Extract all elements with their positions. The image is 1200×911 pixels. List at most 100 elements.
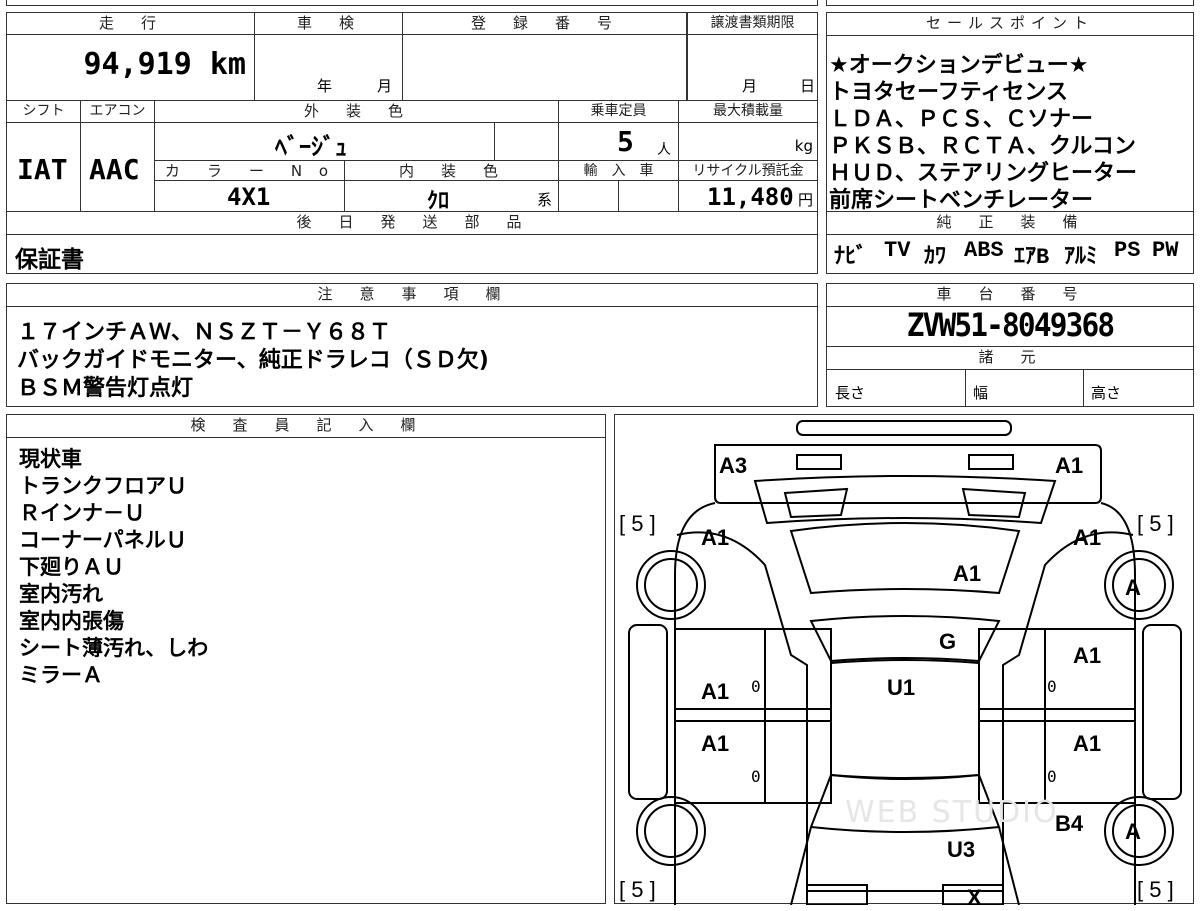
top-strip — [6, 0, 818, 6]
equipment-leather: ｶﾜ — [924, 245, 947, 270]
inspector-line-4: コーナーパネルＵ — [19, 528, 187, 552]
zero-right-upper: 0 — [1047, 677, 1057, 696]
chassis-value: ZVW51-8049368 — [906, 306, 1115, 344]
import-cell-a — [559, 181, 619, 211]
max-load-cell: kg — [679, 123, 817, 161]
equipment-pw: PW — [1152, 238, 1179, 263]
damage-mark-trunk: A1 — [953, 561, 982, 586]
equipment-ps: PS — [1114, 238, 1141, 263]
exterior-color-cell: ﾍﾞｰｼﾞｭ — [155, 123, 495, 161]
inspector-line-7: 室内内張傷 — [19, 609, 124, 633]
exterior-color-value: ﾍﾞｰｼﾞｭ — [275, 133, 347, 161]
equipment-tv: TV — [884, 238, 911, 263]
sales-points-header: セールスポイント — [827, 13, 1193, 36]
damage-mark-front: X — [967, 885, 982, 910]
mileage-value: 94,919 km — [83, 47, 246, 82]
chassis-header: 車 台 番 号 — [827, 284, 1193, 307]
mileage-cell: 94,919 km — [7, 35, 255, 101]
transfer-deadline-header: 譲渡書類期限 — [687, 13, 817, 35]
aircon-header: エアコン — [81, 101, 155, 123]
interior-color-suffix: 系 — [537, 191, 553, 209]
tire-tread-bottom-right: [ 5 ] — [1137, 877, 1174, 902]
color-no-value: 4X1 — [227, 183, 271, 211]
note-line-3: ＢＳＭ警告灯点灯 — [17, 376, 194, 401]
damage-mark-left-front-door: A1 — [701, 731, 730, 756]
chassis-section: 車 台 番 号 ZVW51-8049368 諸 元 長さ 幅 高さ — [826, 283, 1194, 407]
spec-length-label: 長さ — [835, 384, 866, 402]
zero-right-lower: 0 — [1047, 767, 1057, 786]
mileage-header: 走 行 — [7, 13, 255, 35]
top-strip-right — [826, 0, 1194, 6]
inspector-header: 検 査 員 記 入 欄 — [7, 415, 605, 438]
damage-diagram: A3 A1 A1 A1 A1 G A1 A1 U1 A1 A1 B4 A A U… — [614, 414, 1194, 910]
registration-header: 登 録 番 号 — [403, 13, 687, 35]
inspection-month-label: 月 — [377, 77, 393, 95]
transfer-cell: 月 日 — [687, 35, 817, 101]
damage-mark-rear-glass: G — [939, 629, 957, 654]
shift-cell: IAT — [7, 123, 81, 211]
spec-length-cell: 長さ — [827, 370, 966, 406]
inspector-line-1: 現状車 — [19, 447, 82, 471]
damage-mark-rear-right: A1 — [1055, 453, 1084, 478]
damage-mark-right-front-fender: B4 — [1055, 811, 1084, 836]
tire-tread-top-left: [ 5 ] — [619, 511, 656, 536]
recycle-value: 11,480 — [707, 183, 794, 211]
specs-header: 諸 元 — [827, 346, 1193, 370]
spec-width-label: 幅 — [973, 384, 989, 402]
recycle-cell: 11,480 円 — [679, 181, 817, 211]
damage-mark-rear-left: A3 — [719, 453, 748, 478]
equipment-header: 純 正 装 備 — [827, 212, 1193, 235]
later-parts-value: 保証書 — [15, 247, 84, 273]
aircon-value: AAC — [89, 153, 140, 186]
damage-mark-right-rear-door: A1 — [1073, 643, 1102, 668]
later-parts-section: 後 日 発 送 部 品 保証書 — [6, 211, 818, 274]
equipment-abs: ABS — [964, 238, 1004, 263]
color-no-header: カ ラ ー N o . — [155, 161, 345, 181]
import-cell-b — [619, 181, 679, 211]
later-parts-header: 後 日 発 送 部 品 — [7, 212, 817, 235]
zero-left-lower: 0 — [751, 767, 761, 786]
exterior-color-extra — [495, 123, 559, 161]
capacity-cell: 5 人 — [559, 123, 679, 161]
color-no-cell: 4X1 — [155, 181, 345, 211]
interior-color-cell: ｸﾛ 系 — [345, 181, 559, 211]
max-load-unit: kg — [794, 137, 813, 155]
capacity-value: 5 — [617, 125, 634, 158]
recycle-header: リサイクル預託金 — [679, 161, 817, 181]
damage-mark-right-rear-quarter: A1 — [1073, 525, 1102, 550]
tire-tread-bottom-left: [ 5 ] — [619, 877, 656, 902]
inspector-line-2: トランクフロアＵ — [19, 474, 187, 498]
interior-color-header: 内 装 色 — [345, 161, 559, 181]
notes-header: 注 意 事 項 欄 — [7, 284, 817, 307]
inspector-line-8: シート薄汚れ、しわ — [19, 636, 209, 660]
shift-header: シフト — [7, 101, 81, 123]
shift-value: IAT — [17, 153, 68, 186]
sales-points-section: セールスポイント ★オークションデビュー★ トヨタセーフティセンス ＬＤＡ、ＰＣ… — [826, 12, 1194, 213]
inspector-line-5: 下廻りＡＵ — [19, 555, 124, 579]
watermark: WEB STUDIO — [845, 795, 1059, 830]
damage-mark-left-rear-door: A1 — [701, 679, 730, 704]
aircon-cell: AAC — [81, 123, 155, 211]
registration-cell — [403, 35, 687, 101]
damage-mark-roof: U1 — [887, 675, 916, 700]
inspection-year-label: 年 — [317, 77, 333, 95]
car-outline — [628, 420, 1182, 905]
capacity-unit: 人 — [657, 142, 671, 158]
inspection-cell: 年 月 — [255, 35, 403, 101]
recycle-unit: 円 — [797, 191, 813, 209]
vehicle-info-grid: 走 行 車 検 登 録 番 号 譲渡書類期限 94,919 km 年 月 月 日… — [6, 12, 818, 212]
zero-left-upper: 0 — [751, 677, 761, 696]
inspector-line-9: ミラーＡ — [19, 663, 103, 687]
spec-height-cell: 高さ — [1083, 370, 1193, 406]
damage-mark-left-rear-quarter: A1 — [701, 525, 730, 550]
equipment-alloy: ｱﾙﾐ — [1064, 245, 1098, 270]
capacity-header: 乗車定員 — [559, 101, 679, 123]
inspector-section: 検 査 員 記 入 欄 現状車 トランクフロアＵ Ｒインナ－Ｕ コーナーパネルＵ… — [6, 414, 606, 904]
damage-mark-right-front-wheel: A — [1125, 819, 1141, 844]
notes-section: 注 意 事 項 欄 １７インチＡＷ、ＮＳＺＴ－Ｙ６８Ｔ バックガイドモニター、純… — [6, 283, 818, 407]
transfer-month-label: 月 — [742, 77, 758, 95]
tire-tread-top-right: [ 5 ] — [1137, 511, 1174, 536]
spec-height-label: 高さ — [1091, 384, 1122, 402]
damage-mark-right-rear-wheel: A — [1125, 575, 1141, 600]
equipment-navi: ﾅﾋﾞ — [834, 245, 868, 270]
